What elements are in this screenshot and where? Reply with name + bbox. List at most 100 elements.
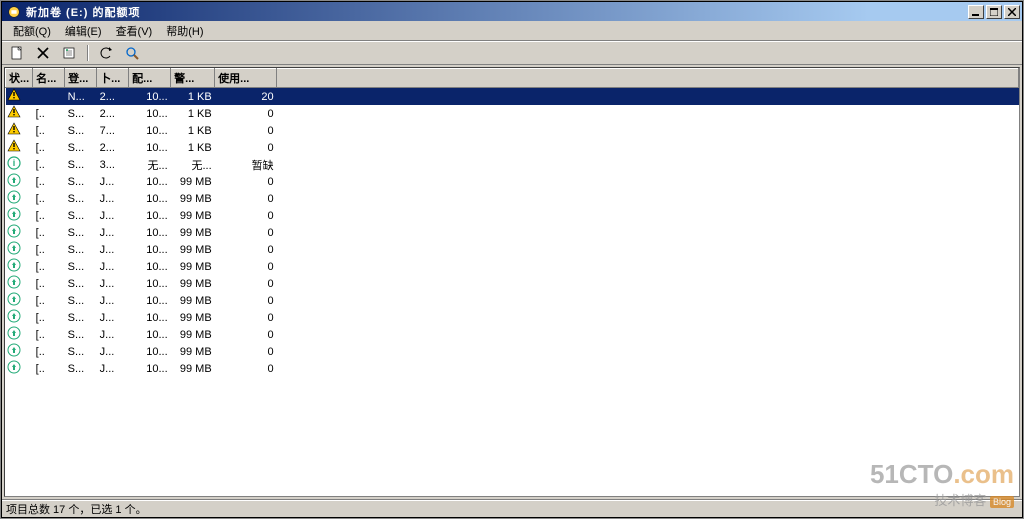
cell-used: 0 <box>215 309 277 326</box>
table-row[interactable]: [..S...J...10...99 MB0 <box>6 326 1019 343</box>
cell-name: [.. <box>33 190 65 207</box>
cell-name: [.. <box>33 241 65 258</box>
table-row[interactable]: i[..S...3...无...无...暂缺 <box>6 156 1019 173</box>
table-row[interactable]: [..S...J...10...99 MB0 <box>6 309 1019 326</box>
status-icon <box>6 224 33 241</box>
maximize-button[interactable] <box>986 5 1002 19</box>
cell-amount: J... <box>97 343 129 360</box>
table-row[interactable]: [..S...7...10...1 KB0 <box>6 122 1019 139</box>
cell-login: N... <box>65 88 97 106</box>
cell-warning: 1 KB <box>171 139 215 156</box>
cell-name: [.. <box>33 326 65 343</box>
cell-warning: 99 MB <box>171 258 215 275</box>
cell-login: S... <box>65 156 97 173</box>
table-row[interactable]: [..S...J...10...99 MB0 <box>6 258 1019 275</box>
status-bar: 项目总数 17 个，已选 1 个。 <box>2 499 1022 517</box>
cell-used: 0 <box>215 224 277 241</box>
cell-name: [.. <box>33 207 65 224</box>
cell-name: [.. <box>33 139 65 156</box>
cell-login: S... <box>65 343 97 360</box>
status-icon <box>6 122 33 139</box>
undo-button[interactable] <box>95 43 117 63</box>
cell-login: S... <box>65 224 97 241</box>
table-row[interactable]: [..S...J...10...99 MB0 <box>6 275 1019 292</box>
cell-amount: J... <box>97 241 129 258</box>
cell-limit: 10... <box>129 224 171 241</box>
cell-used: 20 <box>215 88 277 106</box>
toolbar-separator <box>87 45 88 61</box>
properties-button[interactable] <box>58 43 80 63</box>
cell-warning: 99 MB <box>171 326 215 343</box>
cell-name: [.. <box>33 122 65 139</box>
column-header-c5[interactable]: 警... <box>171 69 215 88</box>
delete-button[interactable] <box>32 43 54 63</box>
column-header-c2[interactable]: 登... <box>65 69 97 88</box>
cell-warning: 99 MB <box>171 224 215 241</box>
column-header-c0[interactable]: 状... <box>6 69 33 88</box>
table-row[interactable]: [..S...J...10...99 MB0 <box>6 207 1019 224</box>
cell-warning: 1 KB <box>171 122 215 139</box>
cell-limit: 10... <box>129 105 171 122</box>
cell-used: 0 <box>215 190 277 207</box>
status-icon <box>6 190 33 207</box>
menu-help[interactable]: 帮助(H) <box>159 21 210 41</box>
cell-used: 0 <box>215 122 277 139</box>
minimize-button[interactable] <box>968 5 984 19</box>
cell-amount: J... <box>97 207 129 224</box>
menu-edit[interactable]: 编辑(E) <box>58 21 109 41</box>
window-title: 新加卷 (E:) 的配额项 <box>26 4 966 20</box>
cell-login: S... <box>65 207 97 224</box>
table-row[interactable]: N...2...10...1 KB20 <box>6 88 1019 106</box>
cell-warning: 99 MB <box>171 292 215 309</box>
status-icon <box>6 292 33 309</box>
table-row[interactable]: [..S...J...10...99 MB0 <box>6 241 1019 258</box>
title-bar[interactable]: 新加卷 (E:) 的配额项 <box>2 2 1022 21</box>
cell-used: 0 <box>215 292 277 309</box>
menu-quota[interactable]: 配额(Q) <box>6 21 58 41</box>
cell-limit: 10... <box>129 275 171 292</box>
table-row[interactable]: [..S...J...10...99 MB0 <box>6 173 1019 190</box>
cell-name: [.. <box>33 258 65 275</box>
cell-limit: 10... <box>129 88 171 106</box>
cell-limit: 10... <box>129 326 171 343</box>
table-row[interactable]: [..S...2...10...1 KB0 <box>6 139 1019 156</box>
column-header-spacer[interactable] <box>277 69 1019 88</box>
column-header-c6[interactable]: 使用... <box>215 69 277 88</box>
table-row[interactable]: [..S...J...10...99 MB0 <box>6 360 1019 377</box>
table-row[interactable]: [..S...2...10...1 KB0 <box>6 105 1019 122</box>
cell-name: [.. <box>33 105 65 122</box>
find-button[interactable] <box>121 43 143 63</box>
menu-view[interactable]: 查看(V) <box>109 21 160 41</box>
cell-amount: 2... <box>97 88 129 106</box>
cell-name: [.. <box>33 173 65 190</box>
cell-used: 0 <box>215 173 277 190</box>
close-button[interactable] <box>1004 5 1020 19</box>
cell-warning: 99 MB <box>171 190 215 207</box>
status-icon <box>6 139 33 156</box>
menu-bar: 配额(Q) 编辑(E) 查看(V) 帮助(H) <box>2 21 1022 41</box>
quota-table[interactable]: 状...名...登...卜...配...警...使用... N...2...10… <box>5 68 1019 377</box>
column-header-c1[interactable]: 名... <box>33 69 65 88</box>
cell-limit: 10... <box>129 207 171 224</box>
cell-limit: 10... <box>129 139 171 156</box>
cell-warning: 99 MB <box>171 343 215 360</box>
cell-login: S... <box>65 275 97 292</box>
table-row[interactable]: [..S...J...10...99 MB0 <box>6 190 1019 207</box>
cell-name: [.. <box>33 343 65 360</box>
column-header-c3[interactable]: 卜... <box>97 69 129 88</box>
cell-warning: 99 MB <box>171 207 215 224</box>
table-row[interactable]: [..S...J...10...99 MB0 <box>6 292 1019 309</box>
column-header-c4[interactable]: 配... <box>129 69 171 88</box>
new-button[interactable] <box>6 43 28 63</box>
table-row[interactable]: [..S...J...10...99 MB0 <box>6 343 1019 360</box>
table-row[interactable]: [..S...J...10...99 MB0 <box>6 224 1019 241</box>
cell-limit: 10... <box>129 241 171 258</box>
cell-used: 0 <box>215 105 277 122</box>
cell-warning: 99 MB <box>171 241 215 258</box>
toolbar <box>2 41 1022 65</box>
status-text: 项目总数 17 个，已选 1 个。 <box>6 501 147 517</box>
cell-amount: J... <box>97 326 129 343</box>
cell-used: 暂缺 <box>215 156 277 173</box>
cell-login: S... <box>65 190 97 207</box>
window-buttons <box>966 5 1020 19</box>
